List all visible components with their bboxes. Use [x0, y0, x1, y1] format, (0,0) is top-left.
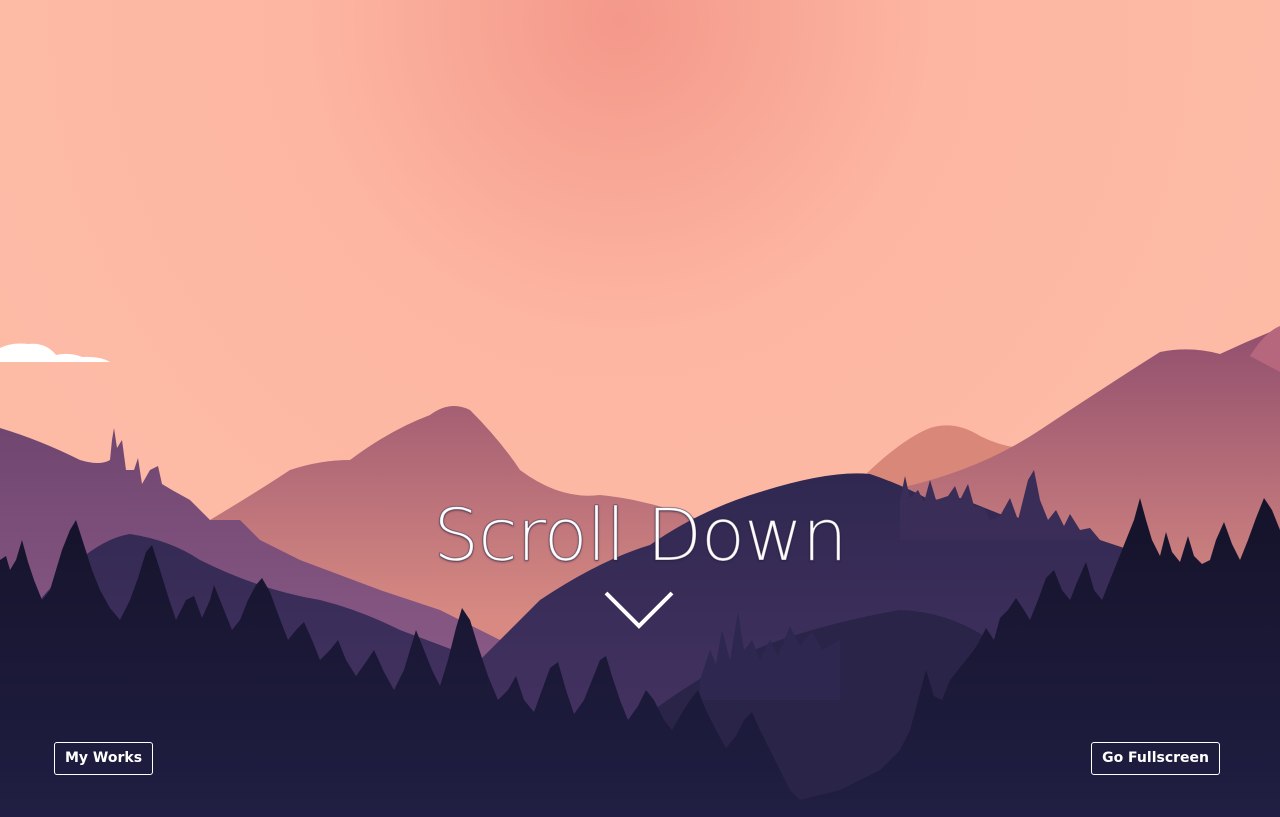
my-works-button[interactable]: My Works — [54, 742, 154, 775]
hero-scene: Scroll Down My Works Go Fullscreen — [0, 0, 1280, 817]
go-fullscreen-button[interactable]: Go Fullscreen — [1091, 742, 1220, 775]
hero-title: Scroll Down — [433, 493, 848, 578]
hero-section: Scroll Down — [0, 490, 1280, 580]
landscape-illustration — [0, 0, 1280, 817]
chevron-down-icon[interactable] — [603, 590, 675, 632]
